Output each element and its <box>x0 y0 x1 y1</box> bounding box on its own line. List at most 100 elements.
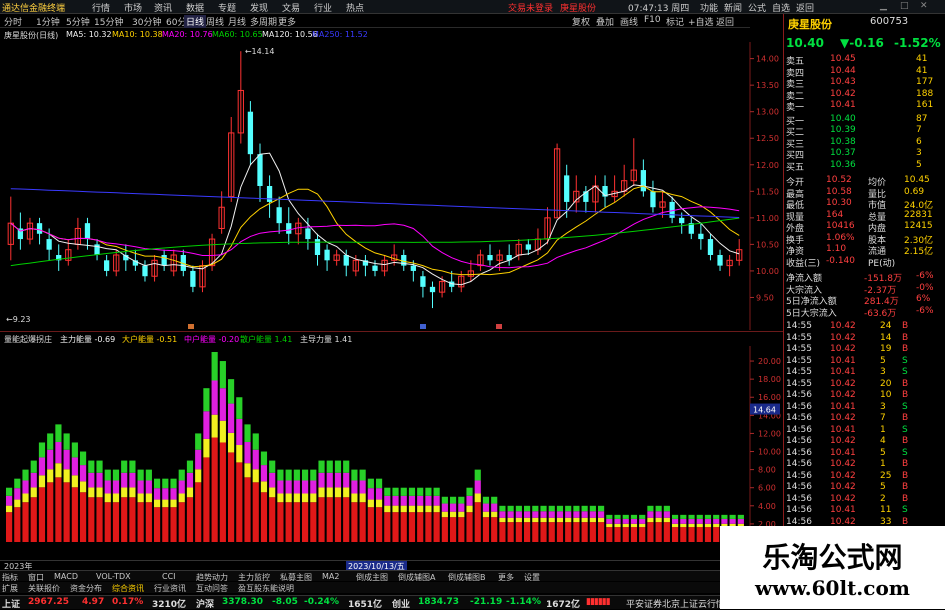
indicator-bar-red <box>104 502 111 542</box>
candle-body-down <box>324 249 330 261</box>
ask-price: 10.45 <box>830 54 856 64</box>
stat-row: 最低 10.30 市值 24.0亿 <box>784 198 945 211</box>
restore-rights-button[interactable]: 复权 <box>572 15 590 28</box>
f10-button[interactable]: F10 <box>644 15 661 25</box>
indicator-bar-yellow <box>565 517 572 523</box>
event-marker-icon[interactable] <box>496 324 502 329</box>
sz-label: 沪深 <box>196 600 215 610</box>
menu-formula[interactable]: 公式 <box>748 1 766 14</box>
menu-favorites[interactable]: 自选 <box>772 1 790 14</box>
tab-daily[interactable]: 日线 <box>184 15 207 28</box>
tick-price: 10.41 <box>830 401 856 412</box>
menu-item-热点[interactable]: 热点 <box>346 1 364 14</box>
indicator-bar-green <box>704 514 712 519</box>
overlay-button[interactable]: 叠加 <box>596 15 614 28</box>
indicator-chart[interactable]: 20.0018.0016.0014.0012.0010.008.006.004.… <box>0 346 783 558</box>
indicator-bar-red <box>228 452 235 542</box>
tab-30min[interactable]: 30分钟 <box>132 15 161 28</box>
indicator-bar-red <box>384 512 391 542</box>
candle-body-down <box>429 286 436 293</box>
tick-side: B <box>902 493 909 504</box>
indicator-bar-yellow <box>96 487 103 498</box>
tab-weekly[interactable]: 周线 <box>206 15 224 28</box>
indicator-bar-yellow <box>195 469 202 483</box>
stat-value: 1.10 <box>826 244 847 254</box>
indicator-bar-yellow <box>581 517 588 523</box>
indicator-bar-yellow <box>606 523 613 528</box>
tab-intraday[interactable]: 分时 <box>4 15 22 28</box>
trade-login-link[interactable]: 交易未登录 <box>508 1 553 14</box>
menu-item-数据[interactable]: 数据 <box>186 1 204 14</box>
sh-change: 4.97 <box>82 597 105 607</box>
menu-item-资讯[interactable]: 资讯 <box>154 1 172 14</box>
indicator-bar-red <box>639 527 646 542</box>
close-icon[interactable]: ✕ <box>920 1 928 11</box>
draw-line-button[interactable]: 画线 <box>620 15 638 28</box>
mid-energy-label: 中户能量 -0.20 <box>184 335 240 344</box>
ma-line-ma60 <box>10 217 740 267</box>
event-marker-icon[interactable] <box>188 324 194 329</box>
tab-multi-period[interactable]: 多周期 <box>250 15 277 28</box>
indicator-name: 量能起爆拐庄 <box>4 335 52 344</box>
bid-volume: 87 <box>916 113 928 124</box>
ask-label: 卖一 <box>786 103 805 113</box>
indicator-tab[interactable]: VOL-TDX <box>96 572 131 581</box>
menu-function[interactable]: 功能 <box>700 1 718 14</box>
indicator-bar-green <box>639 514 646 519</box>
tab-5min[interactable]: 5分钟 <box>66 15 90 28</box>
maximize-icon[interactable]: □ <box>900 1 909 11</box>
indicator-bar-yellow <box>622 523 629 528</box>
extended-tab[interactable]: 关联报价 <box>28 583 60 594</box>
indicator-bar-green <box>219 361 226 389</box>
indicator-bar-red <box>137 502 144 542</box>
sh-value: 2967.25 <box>28 597 69 607</box>
stat-label: PE(动) <box>868 258 896 269</box>
extended-tab[interactable]: 资金分布 <box>70 583 102 594</box>
extended-tab[interactable]: 行业资讯 <box>154 583 186 594</box>
menu-item-行情[interactable]: 行情 <box>92 1 110 14</box>
indicator-bar-red <box>548 522 555 542</box>
stock-link[interactable]: 庚星股份 <box>560 1 596 14</box>
extended-tab[interactable]: 扩展 <box>2 583 18 594</box>
indicator-bar-red <box>614 527 621 542</box>
stat-value: 164 <box>826 209 844 220</box>
price-chart[interactable]: 14.00 13.50 13.00 12.50 12.00 11.50 11.00 10.50… <box>0 42 783 330</box>
return-button[interactable]: 返回 <box>716 15 734 28</box>
menu-back[interactable]: 返回 <box>796 1 814 14</box>
tick-price: 10.42 <box>830 390 856 400</box>
indicator-bar-green <box>170 478 177 489</box>
candle-body-down <box>650 191 656 208</box>
tab-monthly[interactable]: 月线 <box>228 15 246 28</box>
tab-15min[interactable]: 15分钟 <box>94 15 123 28</box>
event-marker-icon[interactable] <box>420 324 426 329</box>
mark-button[interactable]: 标记 <box>666 15 684 28</box>
stat-row: 最高 10.58 量比 0.69 <box>784 187 945 200</box>
indicator-bar-red <box>302 502 309 542</box>
minimize-icon[interactable]: ▁ <box>880 1 887 11</box>
indicator-bar-red <box>55 477 62 542</box>
menu-item-市场[interactable]: 市场 <box>124 1 142 14</box>
indicator-bar-red <box>589 522 596 542</box>
menu-item-发现[interactable]: 发现 <box>250 1 268 14</box>
tab-1min[interactable]: 1分钟 <box>36 15 60 28</box>
indicator-bar-red <box>482 517 490 542</box>
indicator-bar-green <box>598 505 605 512</box>
extended-tab[interactable]: 互动问答 <box>196 583 228 594</box>
indicator-tab[interactable]: MACD <box>54 572 78 581</box>
menu-news[interactable]: 新闻 <box>724 1 742 14</box>
flow-row: 大宗流入 -2.37万 -0% <box>784 283 945 296</box>
add-favorite-button[interactable]: +自选 <box>688 15 714 28</box>
menu-item-专题[interactable]: 专题 <box>218 1 236 14</box>
menu-item-行业[interactable]: 行业 <box>314 1 332 14</box>
indicator-tab[interactable]: MA2 <box>322 572 339 581</box>
indicator-bar-red <box>22 502 29 542</box>
tab-more[interactable]: 更多 <box>278 15 296 28</box>
tick-time: 14:55 <box>786 367 812 377</box>
indicator-bar-red <box>680 527 687 542</box>
indicator-tab[interactable]: CCI <box>162 572 176 581</box>
menu-item-文易[interactable]: 文易 <box>282 1 300 14</box>
extended-tab[interactable]: 综合资讯 <box>112 583 144 594</box>
tick-volume: 5 <box>880 355 886 366</box>
extended-tab[interactable]: 盈互股东能说明 <box>238 583 294 594</box>
indicator-bar-magenta <box>6 495 13 506</box>
